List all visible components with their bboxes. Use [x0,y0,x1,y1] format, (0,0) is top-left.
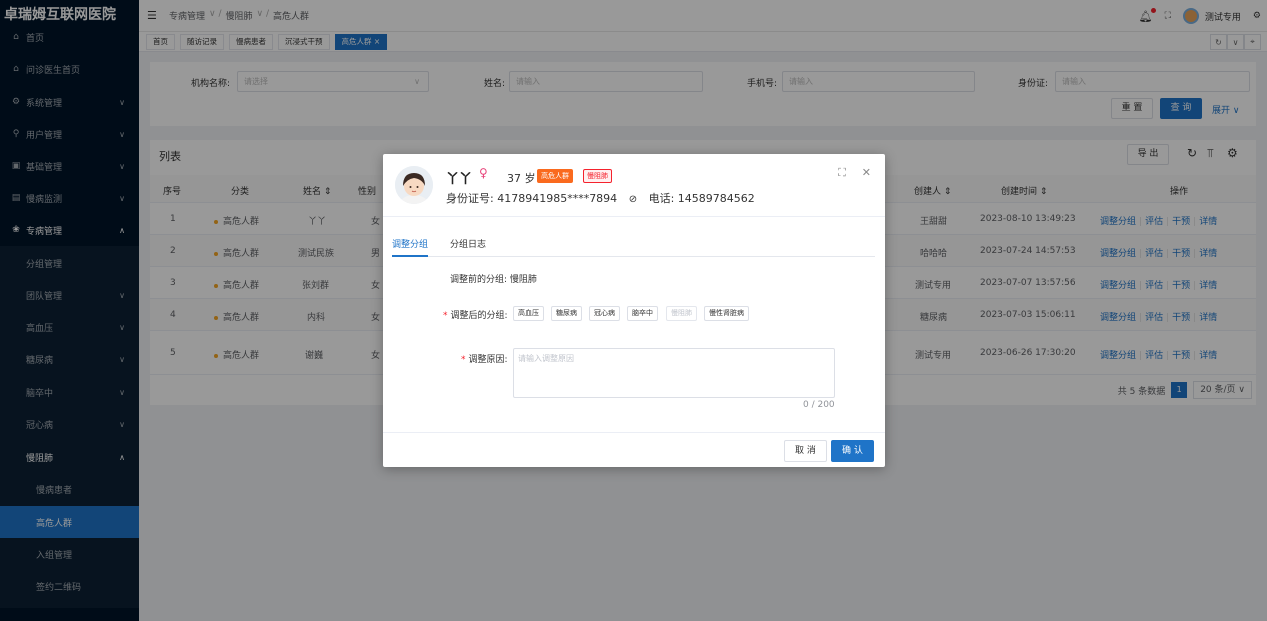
patient-avatar [395,166,433,204]
before-label-text: 调整前的分组: [450,275,508,285]
patient-id-line: 身份证号: 4178941985****7894 ⊘ 电话: 145897845… [446,190,755,206]
char-count: 0 / 200 [803,400,835,410]
eye-off-icon[interactable]: ⊘ [629,194,637,205]
required-mark: * [461,355,466,365]
reason-label-text: 调整原因: [468,355,508,365]
group-tag-hypertension[interactable]: 高血压 [513,306,544,321]
divider [383,216,885,217]
group-tag-copd: 慢阻肺 [666,306,697,321]
reason-placeholder: 请输入调整原因 [518,354,574,363]
tab-group-log[interactable]: 分组日志 [450,237,486,250]
confirm-button[interactable]: 确 认 [831,440,874,462]
tab-baseline [392,256,875,257]
group-tag-diabetes[interactable]: 糖尿病 [551,306,582,321]
group-tag-coronary[interactable]: 冠心病 [589,306,620,321]
reason-label: * 调整原因: [461,352,508,365]
before-group-label: 调整前的分组: 慢阻肺 [450,272,537,285]
tab-active-indicator [392,255,428,257]
after-group-label: * 调整后的分组: [443,308,508,321]
after-label-text: 调整后的分组: [450,311,508,321]
tag-high-risk: 高危人群 [537,169,573,183]
group-tag-stroke[interactable]: 脑卒中 [627,306,658,321]
required-mark: * [443,311,448,321]
cancel-button[interactable]: 取 消 [784,440,827,462]
female-icon: ♀ [479,166,488,180]
patient-phone: 电话: 14589784562 [648,192,755,205]
adjust-group-modal: 丫丫 ♀ 37 岁 高危人群 慢阻肺 身份证号: 4178941985****7… [383,154,885,467]
patient-idcard: 身份证号: 4178941985****7894 [446,192,618,205]
before-group-value: 慢阻肺 [509,275,537,285]
tag-copd: 慢阻肺 [583,169,612,183]
fullscreen-icon[interactable]: ⛶ [838,166,846,180]
patient-age: 37 岁 [507,172,536,185]
group-tag-ckd[interactable]: 慢性肾脏病 [704,306,749,321]
divider [383,432,885,433]
avatar-illustration [395,166,433,204]
close-icon[interactable]: ✕ [862,166,871,180]
patient-name: 丫丫 [446,172,473,187]
reason-textarea[interactable]: 请输入调整原因 [513,348,835,398]
tab-adjust-group[interactable]: 调整分组 [392,237,428,250]
